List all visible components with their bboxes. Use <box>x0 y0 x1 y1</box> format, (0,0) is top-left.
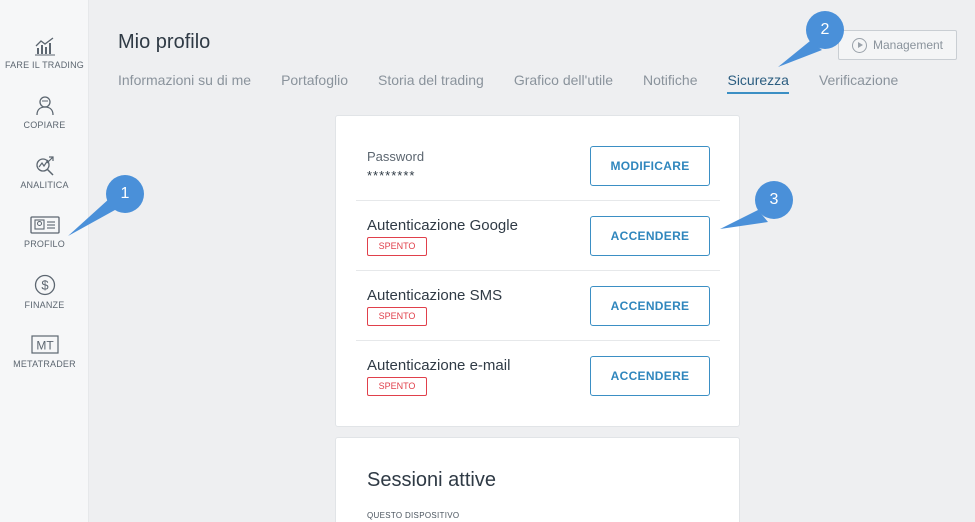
sidebar-item-label: FINANZE <box>24 300 65 310</box>
analytics-icon <box>35 156 54 176</box>
tab-notifiche[interactable]: Notifiche <box>643 72 697 94</box>
sessions-title: Sessioni attive <box>367 469 496 491</box>
sidebar-item-label: ANALITICA <box>20 180 69 190</box>
sidebar: FARE IL TRADING COPIARE ANALITICA PROFIL… <box>0 0 89 522</box>
tab-sicurezza[interactable]: Sicurezza <box>727 72 789 94</box>
sidebar-item-profilo[interactable]: PROFILO <box>0 215 89 249</box>
tab-verificazione[interactable]: Verificazione <box>819 72 898 94</box>
password-label: Password <box>367 149 425 164</box>
enable-google-auth-button[interactable]: ACCENDERE <box>590 216 710 256</box>
enable-email-auth-button[interactable]: ACCENDERE <box>590 356 710 396</box>
callout-1: 1 <box>106 175 144 213</box>
callout-3: 3 <box>755 181 793 219</box>
tab-informazioni[interactable]: Informazioni su di me <box>118 72 251 94</box>
sidebar-item-copiare[interactable]: COPIARE <box>0 94 89 130</box>
status-badge: SPENTO <box>367 377 427 396</box>
profile-card-icon <box>29 216 60 234</box>
svg-text:$: $ <box>41 278 49 293</box>
password-row: Password ******** MODIFICARE <box>356 131 720 201</box>
page-title: Mio profilo <box>118 31 211 53</box>
profile-tabs: Informazioni su di me Portafoglio Storia… <box>118 72 928 94</box>
email-auth-row: Autenticazione e-mail SPENTO ACCENDERE <box>356 341 720 411</box>
sidebar-item-label: PROFILO <box>24 239 65 249</box>
management-label: Management <box>872 38 944 52</box>
copy-user-icon <box>35 96 54 116</box>
change-password-button[interactable]: MODIFICARE <box>590 146 710 186</box>
sidebar-item-trading[interactable]: FARE IL TRADING <box>0 36 89 70</box>
management-button[interactable]: Management <box>838 30 957 60</box>
tab-storia-trading[interactable]: Storia del trading <box>378 72 484 94</box>
email-auth-label: Autenticazione e-mail <box>367 357 511 374</box>
status-badge: SPENTO <box>367 307 427 326</box>
play-icon <box>851 37 867 53</box>
sidebar-item-analitica[interactable]: ANALITICA <box>0 154 89 190</box>
google-auth-label: Autenticazione Google <box>367 217 518 234</box>
sidebar-item-metatrader[interactable]: MT METATRADER <box>0 335 89 369</box>
dollar-icon: $ <box>34 274 55 296</box>
sidebar-item-label: METATRADER <box>13 359 76 369</box>
google-auth-row: Autenticazione Google SPENTO ACCENDERE <box>356 201 720 271</box>
sms-auth-row: Autenticazione SMS SPENTO ACCENDERE <box>356 271 720 341</box>
mt-icon-text: MT <box>36 339 54 353</box>
sidebar-item-finanze[interactable]: $ FINANZE <box>0 274 89 310</box>
callout-2: 2 <box>806 11 844 49</box>
password-value: ******** <box>367 168 416 183</box>
trading-chart-icon <box>34 37 55 56</box>
sidebar-item-label: COPIARE <box>23 120 66 130</box>
security-card: Password ******** MODIFICARE Autenticazi… <box>335 115 740 427</box>
sessions-subtitle: QUESTO DISPOSITIVO <box>367 511 460 520</box>
status-badge: SPENTO <box>367 237 427 256</box>
sessions-card: Sessioni attive QUESTO DISPOSITIVO <box>335 437 740 522</box>
mt-icon: MT <box>30 335 59 354</box>
tab-portafoglio[interactable]: Portafoglio <box>281 72 348 94</box>
tab-grafico-utile[interactable]: Grafico dell'utile <box>514 72 613 94</box>
sidebar-item-label: FARE IL TRADING <box>4 60 85 70</box>
sms-auth-label: Autenticazione SMS <box>367 287 503 304</box>
enable-sms-auth-button[interactable]: ACCENDERE <box>590 286 710 326</box>
